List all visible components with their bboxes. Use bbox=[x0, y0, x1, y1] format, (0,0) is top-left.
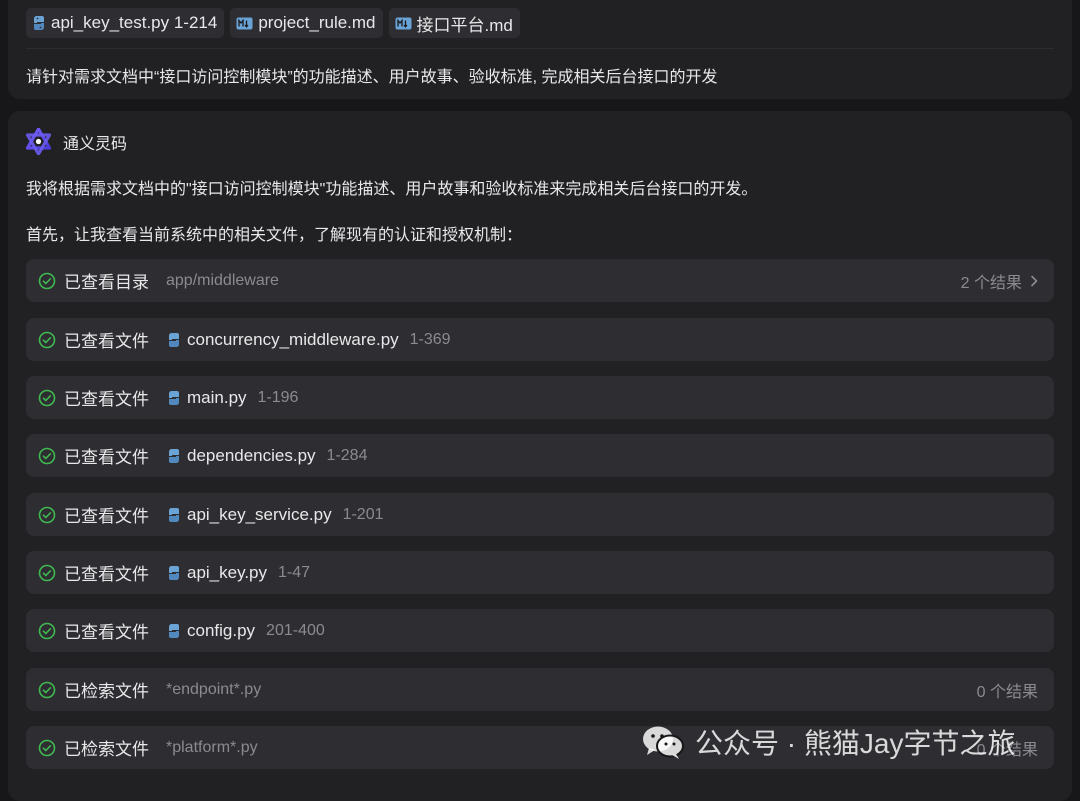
markdown-file-icon bbox=[236, 17, 253, 30]
assistant-paragraph: 我将根据需求文档中的"接口访问控制模块"功能描述、用户故事和验收标准来完成相关后… bbox=[26, 181, 758, 198]
python-file-icon bbox=[167, 565, 181, 581]
step-path: app/middleware bbox=[166, 271, 279, 289]
step-file-name[interactable]: api_key.py bbox=[187, 563, 267, 583]
step-file-name[interactable]: dependencies.py bbox=[187, 446, 316, 466]
python-file-icon bbox=[167, 448, 181, 464]
check-circle-icon bbox=[38, 272, 56, 290]
step-row[interactable]: 已查看文件 api_key.py 1-47 bbox=[26, 551, 1054, 594]
step-action: 已检索文件 bbox=[64, 740, 149, 759]
step-action: 已检索文件 bbox=[64, 682, 149, 701]
user-message-card: api_key_test.py 1-214 project_rule.md 接口… bbox=[8, 0, 1072, 99]
step-row[interactable]: 已查看文件 concurrency_middleware.py 1-369 bbox=[26, 318, 1054, 361]
step-line-range: 1-369 bbox=[409, 330, 451, 348]
check-circle-icon bbox=[38, 564, 56, 582]
assistant-header: 通义灵码 bbox=[25, 128, 127, 155]
step-line-range: 1-201 bbox=[342, 505, 384, 523]
watermark: 公众号 · 熊猫Jay字节之旅 bbox=[641, 722, 1015, 762]
step-action: 已查看目录 bbox=[64, 273, 149, 292]
tongyi-lingma-logo-icon bbox=[25, 128, 52, 155]
step-row[interactable]: 已查看文件 main.py 1-196 bbox=[26, 376, 1054, 419]
step-action: 已查看文件 bbox=[64, 623, 149, 642]
step-line-range: 1-284 bbox=[326, 446, 368, 464]
python-file-icon bbox=[167, 390, 181, 406]
python-file-icon bbox=[167, 332, 181, 348]
step-search-pattern: *platform*.py bbox=[166, 738, 258, 756]
step-action: 已查看文件 bbox=[64, 332, 149, 351]
step-file-name[interactable]: concurrency_middleware.py bbox=[187, 330, 399, 350]
python-file-icon bbox=[167, 623, 181, 639]
step-action: 已查看文件 bbox=[64, 507, 149, 526]
step-row[interactable]: 已查看目录 app/middleware 2 个结果 bbox=[26, 259, 1054, 302]
step-file-name[interactable]: api_key_service.py bbox=[187, 505, 332, 525]
divider bbox=[26, 48, 1054, 49]
check-circle-icon bbox=[38, 739, 56, 757]
chevron-right-icon bbox=[1030, 275, 1038, 287]
step-line-range: 1-196 bbox=[257, 388, 299, 406]
attachment-label: project_rule.md bbox=[258, 13, 376, 32]
check-circle-icon bbox=[38, 681, 56, 699]
step-result: 0 个结果 bbox=[977, 668, 1038, 711]
user-prompt-text: 请针对需求文档中“接口访问控制模块”的功能描述、用户故事、验收标准, 完成相关后… bbox=[26, 69, 718, 86]
step-line-range: 1-47 bbox=[278, 563, 311, 581]
step-row[interactable]: 已查看文件 dependencies.py 1-284 bbox=[26, 434, 1054, 477]
step-row[interactable]: 已检索文件 *endpoint*.py 0 个结果 bbox=[26, 668, 1054, 711]
check-circle-icon bbox=[38, 506, 56, 524]
assistant-message-card: 通义灵码 我将根据需求文档中的"接口访问控制模块"功能描述、用户故事和验收标准来… bbox=[8, 111, 1072, 801]
wechat-icon bbox=[641, 724, 685, 760]
attachment-tag[interactable]: api_key_test.py 1-214 bbox=[26, 8, 225, 38]
check-circle-icon bbox=[38, 447, 56, 465]
assistant-paragraph: 首先，让我查看当前系统中的相关文件，了解现有的认证和授权机制： bbox=[26, 227, 523, 244]
step-result-count: 2 个结果 bbox=[960, 274, 1022, 292]
step-file-name[interactable]: main.py bbox=[187, 388, 247, 408]
attachment-list: api_key_test.py 1-214 project_rule.md 接口… bbox=[26, 8, 520, 38]
attachment-label: 接口平台.md bbox=[416, 15, 513, 35]
python-file-icon bbox=[32, 15, 46, 31]
attachment-label: api_key_test.py 1-214 bbox=[51, 13, 218, 32]
step-action: 已查看文件 bbox=[64, 390, 149, 409]
step-file-name[interactable]: config.py bbox=[187, 621, 255, 641]
attachment-tag[interactable]: 接口平台.md bbox=[388, 8, 520, 38]
python-file-icon bbox=[167, 507, 181, 523]
step-line-range: 201-400 bbox=[266, 621, 325, 639]
check-circle-icon bbox=[38, 389, 56, 407]
assistant-name: 通义灵码 bbox=[63, 135, 128, 153]
check-circle-icon bbox=[38, 331, 56, 349]
markdown-file-icon bbox=[395, 17, 412, 30]
watermark-text: 公众号 · 熊猫Jay字节之旅 bbox=[695, 728, 1016, 759]
step-action: 已查看文件 bbox=[64, 448, 149, 467]
step-row[interactable]: 已查看文件 config.py 201-400 bbox=[26, 609, 1054, 652]
step-result-count: 0 个结果 bbox=[976, 683, 1038, 701]
step-result[interactable]: 2 个结果 bbox=[961, 259, 1038, 302]
attachment-tag[interactable]: project_rule.md bbox=[230, 8, 383, 38]
step-row[interactable]: 已查看文件 api_key_service.py 1-201 bbox=[26, 493, 1054, 536]
step-search-pattern: *endpoint*.py bbox=[166, 680, 262, 698]
check-circle-icon bbox=[38, 622, 56, 640]
step-action: 已查看文件 bbox=[64, 565, 149, 584]
